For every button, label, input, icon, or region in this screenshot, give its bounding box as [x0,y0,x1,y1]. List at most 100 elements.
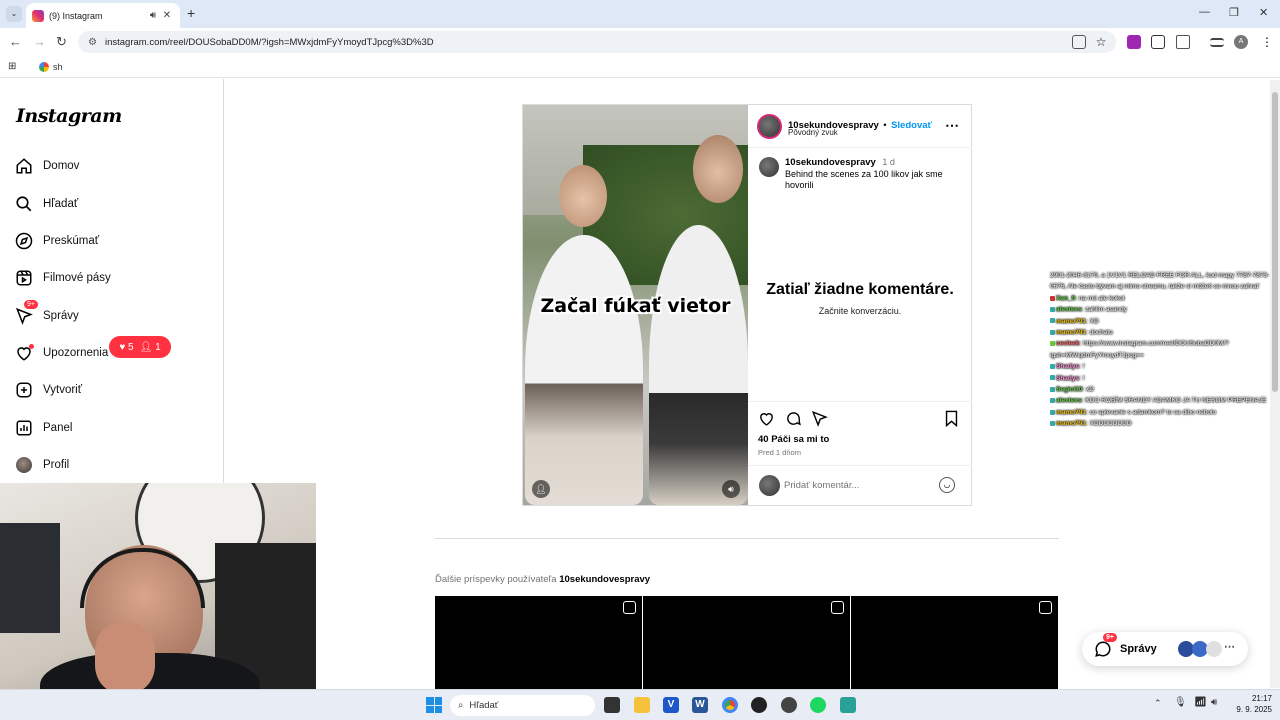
grid-reel-thumbnail[interactable] [851,596,1058,689]
sidebar-item-create[interactable]: Vytvoriť [14,378,82,402]
sidebar-item-search[interactable]: Hľadať [14,192,78,216]
dashboard-icon [14,418,34,438]
page-scrollbar[interactable] [1270,80,1280,688]
notifications-popup[interactable]: ♥ 5 👤︎ 1 [109,336,171,358]
sidebar-item-messages[interactable]: 9+ Správy [14,300,79,328]
more-icon: ⋯ [1224,641,1235,653]
messages-float-label: Správy [1120,643,1157,655]
like-icon[interactable] [758,410,775,427]
app-v-icon[interactable]: V [663,697,679,713]
like-count-text[interactable]: 40 Páči sa mi to [758,434,829,445]
post-timestamp: Pred 1 dňom [758,448,801,457]
volume-icon[interactable]: 🔊︎ [1211,697,1217,708]
more-options-icon[interactable]: ⋯ [945,117,959,134]
address-bar[interactable]: ⚙ instagram.com/reel/DOUSobaDD0M/?igsh=M… [78,31,1116,53]
stream-chat-overlay: 2901-2046-3170, a 1V1V1 RELOAD FREE FOR … [1050,270,1278,430]
author-avatar[interactable] [757,114,782,139]
speaker-icon[interactable]: 🔊︎ [146,10,160,21]
browser-tab[interactable]: (9) Instagram 🔊︎ ✕ [26,3,180,28]
reels-icon [14,268,34,288]
grid-reel-thumbnail[interactable] [435,596,642,689]
instagram-logo[interactable]: Instagram [16,105,122,127]
audio-label[interactable]: Pôvodný zvuk [788,128,838,137]
sidebar-item-dashboard[interactable]: Panel [14,416,72,440]
task-view-icon[interactable] [604,697,620,713]
microphone-icon[interactable]: 🎙︎ [1174,697,1187,708]
reel-video[interactable]: Začal fúkať vietor 👤︎ 🔊︎ [523,105,748,505]
profile-avatar[interactable]: A [1234,35,1248,49]
share-icon[interactable] [811,410,828,427]
sidebar-item-profile[interactable]: Profil [14,453,69,477]
taskbar-clock[interactable]: 21:17 9. 9. 2025 [1232,693,1272,715]
comment-icon[interactable] [785,410,802,427]
obs-icon[interactable] [781,697,797,713]
heart-icon [14,343,34,363]
streamer-hand [95,623,155,693]
browser-toolbar: ← → ↻ ⚙ instagram.com/reel/DOUSobaDD0M/?… [0,28,1280,56]
extension-icon[interactable] [1127,35,1141,49]
install-app-icon[interactable] [1072,35,1086,49]
minimize-button[interactable]: — [1199,6,1210,18]
emoji-icon[interactable]: ◡ [939,477,955,493]
chat-message: alextexs: zahlim asandy [1050,304,1278,315]
bookmark-star-icon[interactable]: ☆ [1094,35,1108,49]
close-window-button[interactable]: ✕ [1259,6,1268,19]
save-icon[interactable] [944,410,959,427]
file-explorer-icon[interactable] [634,697,650,713]
chrome-icon[interactable] [722,697,738,713]
sidebar-item-label: Preskúmať [43,235,100,247]
home-icon [14,156,34,176]
site-info-icon[interactable]: ⚙ [88,37,97,48]
reading-list-icon[interactable] [1210,38,1224,47]
windows-start-icon[interactable] [426,697,442,713]
more-posts-username[interactable]: 10sekundovespravy [559,574,650,585]
extensions-puzzle-icon[interactable] [1176,35,1190,49]
section-divider [435,538,1059,539]
reload-button[interactable]: ↻ [56,34,67,50]
restore-button[interactable]: ❐ [1229,6,1239,19]
background-monitor [0,523,60,633]
chrome-menu-icon[interactable]: ⋮ [1260,35,1274,49]
more-posts-heading: Ďalšie príspevky používateľa 10sekundove… [435,574,651,585]
clock-time: 21:17 [1251,694,1272,703]
compass-icon [14,231,34,251]
tray-chevron-icon[interactable]: ⌃ [1154,698,1162,709]
notification-dot [29,344,34,349]
forward-button[interactable]: → [33,34,46,49]
notepad-icon[interactable] [840,697,856,713]
new-tab-button[interactable]: + [187,5,195,21]
spotify-icon[interactable] [810,697,826,713]
bookmark-item[interactable]: sh [53,62,63,72]
messages-float-button[interactable]: 9+ Správy ⋯ [1082,632,1248,666]
reel-icon [623,601,636,614]
extension-icon[interactable] [1151,35,1165,49]
headset-app-icon[interactable] [751,697,767,713]
browser-tab-strip: ⌄ (9) Instagram 🔊︎ ✕ + — ❐ ✕ [0,0,1280,28]
messages-float-badge: 9+ [1103,633,1117,642]
mute-toggle-icon[interactable]: 🔊︎ [722,480,740,498]
caption-author-avatar[interactable] [759,157,779,177]
messenger-icon: 9+ [1094,633,1117,658]
sidebar-item-notifications[interactable]: Upozornenia [14,341,108,365]
follow-button[interactable]: Sledovať [891,120,932,131]
instagram-favicon-icon [32,9,44,22]
word-icon[interactable]: W [692,697,708,713]
sidebar-item-label: Hľadať [43,198,79,210]
caption-username[interactable]: 10sekundovespravy [785,157,876,168]
grid-reel-thumbnail[interactable] [643,596,850,689]
close-tab-icon[interactable]: ✕ [160,10,174,21]
apps-grid-icon[interactable]: ⊞ [8,61,16,72]
tagged-user-icon[interactable]: 👤︎ [532,480,550,498]
back-button[interactable]: ← [9,34,22,49]
post-caption: 10sekundovespravy 1 d Behind the scenes … [785,157,965,192]
sidebar-item-reels[interactable]: Filmové pásy [14,266,111,290]
sidebar-item-explore[interactable]: Preskúmať [14,229,99,253]
sidebar-item-label: Profil [43,459,70,471]
sidebar-item-home[interactable]: Domov [14,154,79,178]
tab-search-button[interactable]: ⌄ [6,6,22,22]
taskbar-search[interactable]: ⌕ Hľadať [450,695,595,716]
chat-message: mamo791: XD [1050,316,1278,327]
add-comment-input[interactable] [784,477,934,494]
wifi-icon[interactable]: 📶︎ [1194,697,1207,708]
scrollbar-thumb[interactable] [1272,92,1278,392]
